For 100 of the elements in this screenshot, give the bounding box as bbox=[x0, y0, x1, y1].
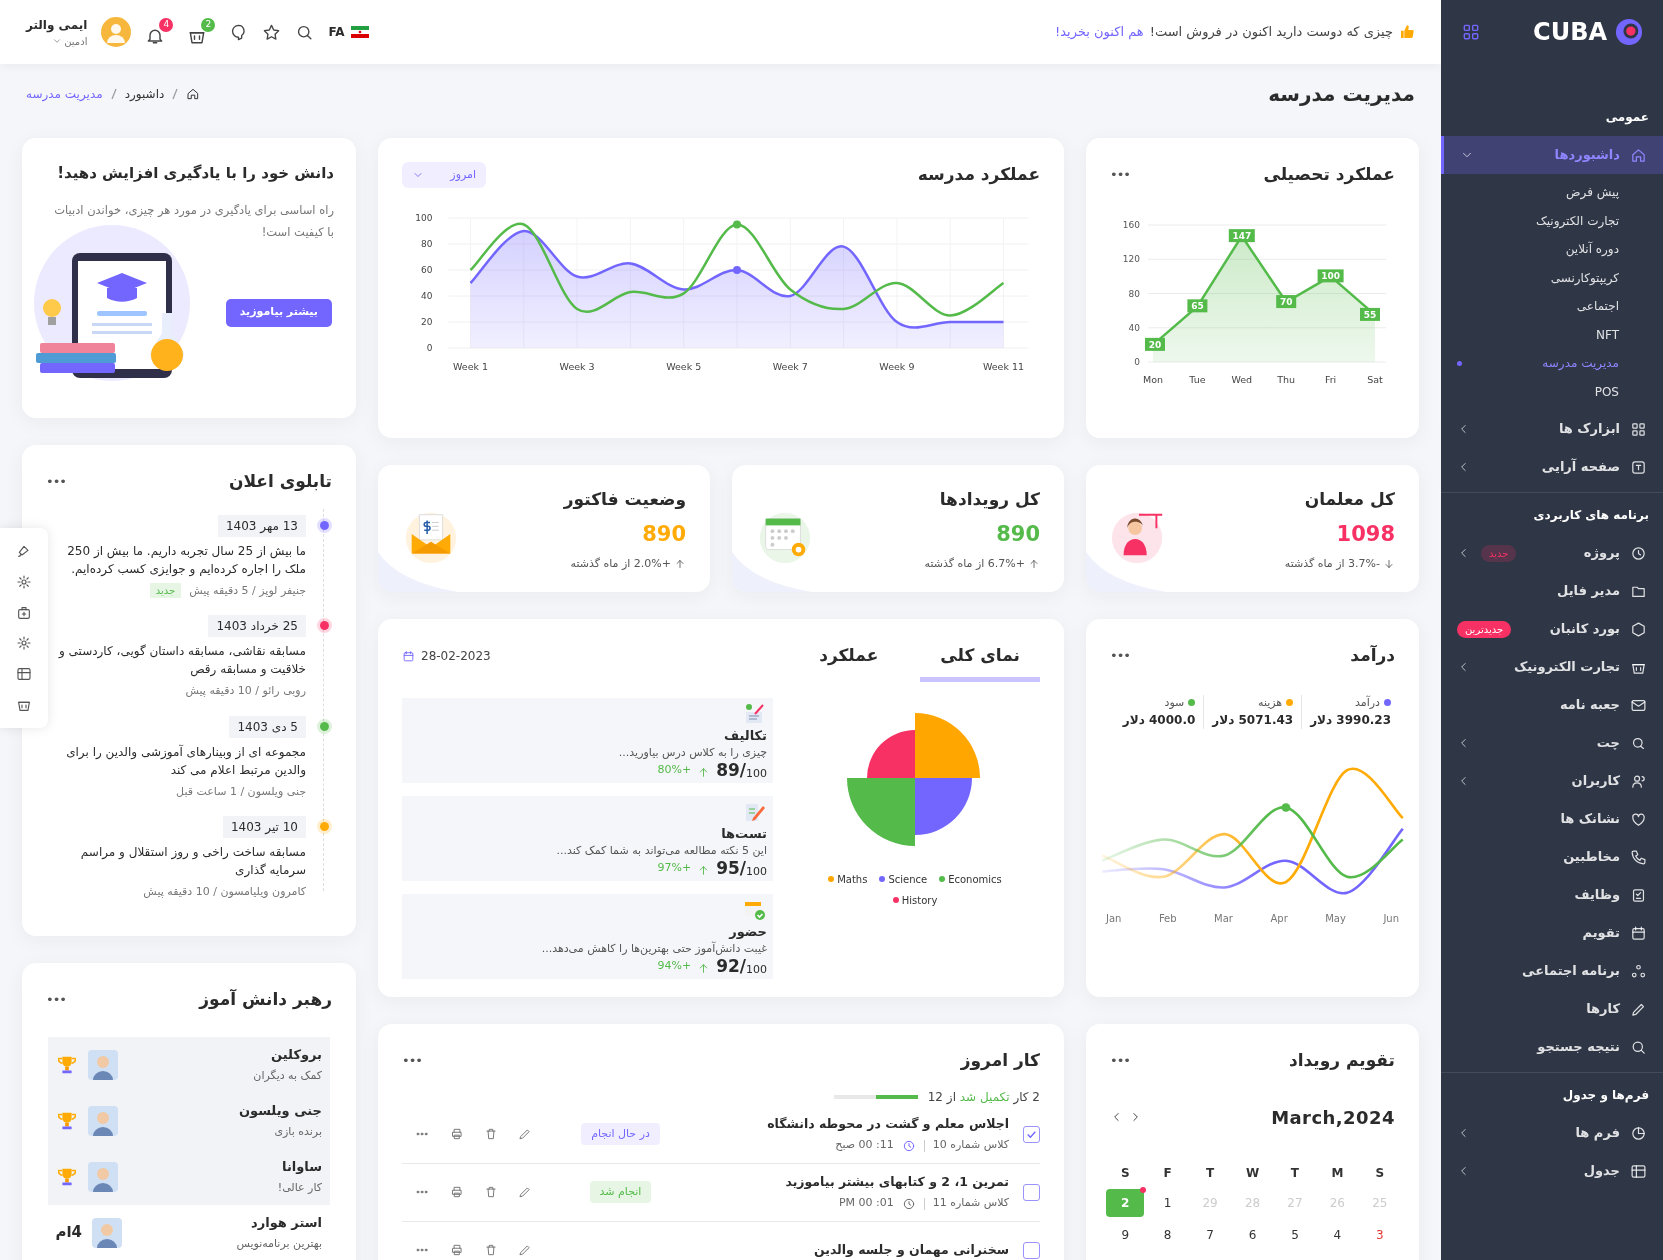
delete-icon[interactable] bbox=[484, 1185, 498, 1199]
date-label: 28-02-2023 bbox=[421, 648, 491, 665]
language-button[interactable]: FA bbox=[328, 23, 369, 41]
calendar-day[interactable]: 1 bbox=[1153, 1188, 1182, 1217]
sidebar-subitem[interactable]: کریپتوکارنسی bbox=[1441, 263, 1663, 292]
data-label: 70 bbox=[1276, 294, 1297, 308]
sidebar-subitem[interactable]: دوره آنلاین bbox=[1441, 235, 1663, 264]
sidebar-item[interactable]: مخاطبین bbox=[1441, 838, 1663, 876]
home-icon[interactable] bbox=[186, 87, 201, 101]
print-icon[interactable] bbox=[450, 1127, 464, 1141]
calendar-day[interactable]: 5 bbox=[1280, 1220, 1309, 1249]
print-icon[interactable] bbox=[450, 1185, 464, 1199]
period-dropdown[interactable]: امروز bbox=[402, 162, 486, 188]
student-name: استر هوارد bbox=[250, 1214, 322, 1232]
data-label: 65 bbox=[1191, 300, 1204, 311]
score-total: 100 bbox=[746, 865, 767, 877]
axis-label: Week 3 bbox=[559, 361, 595, 372]
sidebar-item[interactable]: برنامه اجتماعی bbox=[1441, 952, 1663, 990]
sidebar-item[interactable]: وظایف bbox=[1441, 876, 1663, 914]
score-change: +94% bbox=[657, 958, 692, 974]
cart-count: 2 bbox=[201, 18, 216, 32]
clock-icon bbox=[901, 1138, 916, 1153]
medical-kit-icon[interactable] bbox=[16, 604, 32, 621]
sidebar-item[interactable]: ابزارک ها bbox=[1441, 410, 1663, 448]
sidebar-item[interactable]: جعبه نامه bbox=[1441, 686, 1663, 724]
sidebar-subitem[interactable]: POS bbox=[1441, 377, 1663, 406]
axis-label: 40 bbox=[1128, 322, 1140, 333]
delete-icon[interactable] bbox=[484, 1243, 498, 1257]
card-title: وضعیت فاکتور bbox=[563, 488, 686, 511]
delete-icon[interactable] bbox=[484, 1127, 498, 1141]
sidebar-item[interactable]: جدول bbox=[1441, 1152, 1663, 1190]
sidebar-item[interactable]: مدیر فایل bbox=[1441, 572, 1663, 610]
avatar-icon bbox=[88, 1049, 118, 1080]
pen-icon[interactable] bbox=[518, 1127, 532, 1141]
role-dropdown[interactable]: ادمین bbox=[52, 33, 88, 49]
grid-icon[interactable] bbox=[1461, 22, 1481, 42]
settings-icon[interactable] bbox=[16, 635, 32, 652]
star-icon[interactable] bbox=[262, 22, 282, 42]
breadcrumb-link[interactable]: مدیریت مدرسه bbox=[26, 85, 103, 103]
calendar-day[interactable]: 9 bbox=[1111, 1220, 1140, 1249]
sidebar-item[interactable]: کارها bbox=[1441, 990, 1663, 1028]
more-menu-button[interactable]: ••• bbox=[1110, 649, 1130, 663]
calendar-day[interactable]: 4 bbox=[1323, 1220, 1352, 1249]
sidebar-section-title: عمومی bbox=[1605, 109, 1649, 126]
sidebar-subitem[interactable]: پیش فرض bbox=[1441, 178, 1663, 207]
calendar-day[interactable]: 6 bbox=[1238, 1220, 1267, 1249]
task-checkbox[interactable] bbox=[1023, 1241, 1040, 1259]
more-menu-button[interactable]: ••• bbox=[46, 993, 66, 1007]
learn-description: راه اساسی برای یادگیری در مورد هر چیزی، خواندن ادبیات با کیفیت است! bbox=[53, 201, 334, 241]
settings-icon[interactable] bbox=[16, 574, 32, 590]
brush-icon[interactable] bbox=[16, 543, 32, 560]
calendar-day[interactable]: 3 bbox=[1365, 1220, 1394, 1249]
axis-label: Week 11 bbox=[982, 361, 1025, 372]
cube-icon bbox=[1630, 620, 1647, 638]
axis-label: Apr bbox=[1270, 912, 1288, 926]
legend-label: Maths bbox=[837, 872, 868, 887]
pen-icon[interactable] bbox=[518, 1185, 532, 1199]
sidebar-item[interactable]: پروژه جدید bbox=[1441, 534, 1663, 572]
sidebar-subitem[interactable]: اجتماعی bbox=[1441, 292, 1663, 321]
clock-icon bbox=[1630, 544, 1647, 562]
sidebar-item[interactable]: صفحه آرایی bbox=[1441, 448, 1663, 486]
data-label: 70 bbox=[1279, 296, 1293, 307]
calendar-day[interactable]: 8 bbox=[1153, 1220, 1182, 1249]
sidebar-item[interactable]: کاربران bbox=[1441, 762, 1663, 800]
sidebar-item[interactable]: تقویم bbox=[1441, 914, 1663, 952]
sidebar-item[interactable]: نشانک ها bbox=[1441, 800, 1663, 838]
more-menu-button[interactable]: ••• bbox=[402, 1054, 422, 1068]
avatar-icon bbox=[88, 1105, 118, 1136]
axis-label: 0 bbox=[1134, 356, 1140, 367]
axis-label: May bbox=[1325, 912, 1346, 926]
breadcrumb-link[interactable]: داشبورد bbox=[124, 85, 165, 103]
axis-label: Mar bbox=[1214, 912, 1233, 926]
sidebar-item[interactable]: بورد کانبان جدیدترین bbox=[1441, 610, 1663, 648]
table-icon[interactable] bbox=[16, 665, 32, 682]
sidebar-item[interactable]: فرم ها bbox=[1441, 1114, 1663, 1152]
sidebar-subitem[interactable]: NFT bbox=[1441, 320, 1663, 349]
sidebar-subitem[interactable]: مدیریت مدرسه bbox=[1441, 349, 1663, 378]
student-note: کمک به دیگران bbox=[252, 1067, 322, 1084]
overview-tab[interactable]: نمای کلی bbox=[920, 643, 1040, 682]
print-icon[interactable] bbox=[450, 1243, 464, 1257]
subject-description: چیزی را به کلاس درس بیاورید... bbox=[618, 745, 767, 761]
buy-now-link[interactable]: هم اکنون بخرید! bbox=[1055, 22, 1144, 42]
task-checkbox[interactable] bbox=[1023, 1125, 1040, 1143]
more-menu-button[interactable]: ••• bbox=[1110, 168, 1130, 182]
pen-icon[interactable] bbox=[518, 1243, 532, 1257]
sidebar-item[interactable]: تجارت الکترونیک bbox=[1441, 648, 1663, 686]
learn-more-button[interactable]: بیشتر بیاموزید bbox=[225, 298, 332, 327]
class-label: کلاس شماره 10 bbox=[932, 1137, 1009, 1154]
overview-tab[interactable]: عملکرد bbox=[799, 643, 899, 682]
more-menu-button[interactable]: ••• bbox=[1110, 1054, 1130, 1068]
date-chip: 13 مهر 1403 bbox=[217, 514, 306, 537]
sidebar-item[interactable]: چت bbox=[1441, 724, 1663, 762]
card-title: کل معلمان bbox=[1303, 488, 1395, 511]
notification-button[interactable]: 4 bbox=[145, 18, 174, 46]
card-title: تابلوی اعلان bbox=[228, 470, 332, 493]
task-checkbox[interactable] bbox=[1023, 1183, 1040, 1201]
calendar-day[interactable]: 7 bbox=[1196, 1220, 1225, 1249]
more-menu-button[interactable]: ••• bbox=[46, 475, 66, 489]
sidebar-subitem[interactable]: تجارت الکترونیک bbox=[1441, 206, 1663, 235]
sidebar-item[interactable]: نتیجه جستجو bbox=[1441, 1028, 1663, 1066]
